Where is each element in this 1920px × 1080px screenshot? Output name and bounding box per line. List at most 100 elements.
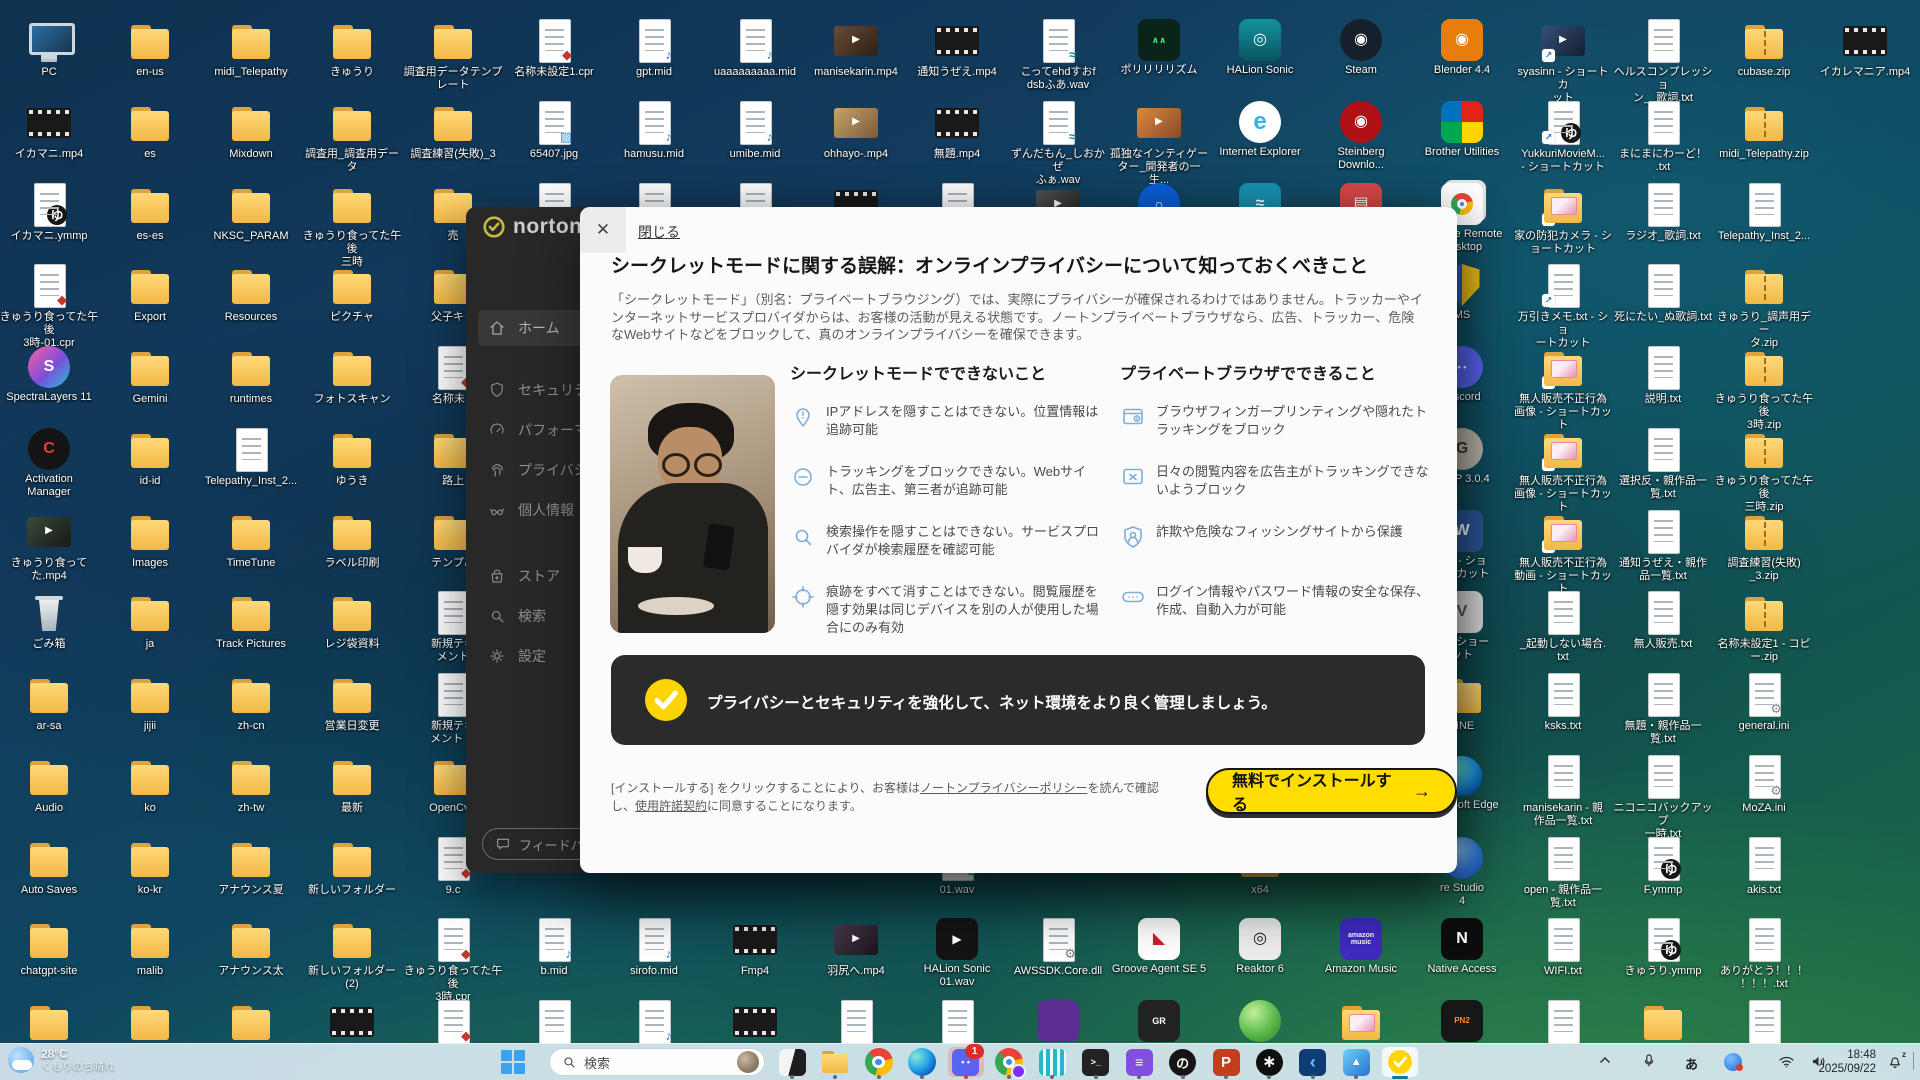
desktop-icon[interactable]: ↗万引きメモ.txt - ショートカット	[1513, 262, 1613, 350]
taskbar-item-discord[interactable]: • •1	[948, 1047, 984, 1077]
desktop-icon[interactable]: 選択反・親作品一覧.txt	[1613, 426, 1713, 501]
desktop-icon[interactable]	[201, 998, 301, 1047]
desktop-icon[interactable]: ↗無人販売不正行為画像 - ショートカット	[1513, 344, 1613, 432]
desktop-icon[interactable]: ⚙general.ini	[1714, 671, 1814, 733]
taskbar-item-file-explorer[interactable]	[817, 1047, 853, 1077]
desktop-icon[interactable]: Gemini	[100, 344, 200, 406]
desktop-icon[interactable]: レジ袋資料	[302, 589, 402, 651]
desktop-icon[interactable]: ◆名称未設定1.cpr	[504, 17, 604, 79]
desktop-icon[interactable]: 無人販売.txt	[1613, 589, 1713, 651]
desktop-icon[interactable]: きゅうり食ってた午後三時.zip	[1714, 426, 1814, 514]
desktop-icon[interactable]: ピクチャ	[302, 262, 402, 324]
desktop-icon[interactable]	[1513, 998, 1613, 1047]
desktop-icon[interactable]: _起動しない場合.txt	[1513, 589, 1613, 664]
desktop-icon[interactable]	[1311, 998, 1411, 1047]
desktop-icon[interactable]: es-es	[100, 181, 200, 243]
tray-app-icon[interactable]	[1724, 1053, 1742, 1071]
ime-indicator[interactable]: あ	[1685, 1054, 1698, 1073]
desktop-icon[interactable]: ごみ箱	[0, 589, 99, 651]
desktop-icon[interactable]: manisekarin - 親作品一覧.txt	[1513, 753, 1613, 828]
start-button[interactable]	[500, 1049, 526, 1075]
desktop-icon[interactable]	[0, 998, 99, 1047]
license-agreement-link[interactable]: 使用許諾契約	[635, 799, 707, 813]
desktop-icon[interactable]: ◎Reaktor 6	[1210, 916, 1310, 976]
desktop-icon[interactable]: ◣Groove Agent SE 5	[1109, 916, 1209, 976]
weather-widget[interactable]: 28°C くもりのち晴れ	[8, 1047, 115, 1073]
desktop-icon[interactable]: WIFI.txt	[1513, 916, 1613, 978]
desktop-icon[interactable]	[302, 998, 402, 1047]
desktop-icon[interactable]: malib	[100, 916, 200, 978]
microphone-icon[interactable]	[1640, 1052, 1658, 1070]
desktop-icon[interactable]: ≈ずんだもん_しおかぜふぁ.wav	[1008, 99, 1108, 187]
install-free-button[interactable]: 無料でインストールする →	[1206, 768, 1457, 814]
desktop-icon[interactable]: runtimes	[201, 344, 301, 406]
desktop-icon[interactable]: ありがとう！！！！！！.txt	[1714, 916, 1814, 991]
desktop-icon[interactable]: ◆	[403, 998, 503, 1047]
desktop-icon[interactable]: 通知うぜえ・親作品一覧.txt	[1613, 508, 1713, 583]
desktop-icon[interactable]: TimeTune	[201, 508, 301, 570]
desktop-icon[interactable]: ◉Blender 4.4	[1412, 17, 1512, 77]
desktop-icon[interactable]: 調査練習(失敗)_3	[403, 99, 503, 161]
desktop-icon[interactable]: ♪umibe.mid	[705, 99, 805, 161]
desktop-icon[interactable]: ⚙AWSSDK.Core.dll	[1008, 916, 1108, 978]
taskbar-item-back-arrow-app[interactable]: ‹	[1295, 1047, 1331, 1077]
desktop-icon[interactable]: PC	[0, 17, 99, 79]
desktop-icon[interactable]	[1613, 998, 1713, 1047]
wifi-icon[interactable]	[1777, 1052, 1796, 1071]
desktop-icon[interactable]: 説明.txt	[1613, 344, 1713, 406]
taskbar-item-edge[interactable]	[904, 1047, 940, 1077]
desktop-icon[interactable]: Telepathy_Inst_2...	[1714, 181, 1814, 243]
desktop-icon[interactable]: Export	[100, 262, 200, 324]
desktop-icon[interactable]: ラベル印刷	[302, 508, 402, 570]
desktop-icon[interactable]: ゆきゅうり.ymmp	[1613, 916, 1713, 978]
taskbar-item-terminal[interactable]: >_	[1078, 1047, 1114, 1077]
notification-bell-icon[interactable]: z	[1886, 1052, 1904, 1075]
desktop-icon[interactable]: ♪	[604, 998, 704, 1047]
desktop-icon[interactable]: ↗無人販売不正行為動画 - ショートカット	[1513, 508, 1613, 596]
taskbar-item-powerpoint[interactable]: P	[1208, 1047, 1244, 1077]
desktop-icon[interactable]: アナウンス太	[201, 916, 301, 978]
desktop-icon[interactable]: ♪gpt.mid	[604, 17, 704, 79]
desktop-icon[interactable]	[100, 998, 200, 1047]
desktop-icon[interactable]	[1210, 998, 1310, 1045]
taskbar-item-chrome-profile[interactable]	[991, 1047, 1027, 1077]
desktop-icon[interactable]: ko-kr	[100, 835, 200, 897]
desktop-icon[interactable]: 調査用_調査用データ	[302, 99, 402, 174]
desktop-icon[interactable]: ja	[100, 589, 200, 651]
desktop-icon[interactable]: ▶孤独なインティゲーター_開発者の一生...	[1109, 99, 1209, 187]
desktop-icon[interactable]: 調査用データテンプレート	[403, 17, 503, 92]
desktop-icon[interactable]: きゅうり食ってた午後3時.zip	[1714, 344, 1814, 432]
desktop-icon[interactable]: ↗無人販売不正行為画像 - ショートカット	[1513, 426, 1613, 514]
desktop-icon[interactable]: open - 親作品一覧.txt	[1513, 835, 1613, 910]
desktop-icon[interactable]: ▶きゅうり食ってた.mp4	[0, 508, 99, 583]
desktop-icon[interactable]	[1008, 998, 1108, 1045]
desktop-icon[interactable]: ko	[100, 753, 200, 815]
desktop-icon[interactable]: ▶↗syasinn - ショートカット	[1513, 17, 1613, 105]
close-link[interactable]: 閉じる	[638, 222, 680, 242]
desktop-icon[interactable]: midi_Telepathy	[201, 17, 301, 79]
desktop-icon[interactable]: ゆうき	[302, 426, 402, 488]
desktop-icon[interactable]: Brother Utilities	[1412, 99, 1512, 159]
clock[interactable]: 18:48 2025/09/22	[1818, 1048, 1876, 1076]
desktop-icon[interactable]: Auto Saves	[0, 835, 99, 897]
desktop-icon[interactable]: ゆ↗YukkuriMovieM...- ショートカット	[1513, 99, 1613, 174]
desktop-icon[interactable]: ksks.txt	[1513, 671, 1613, 733]
desktop-icon[interactable]: ニコニコバックアップ一時.txt	[1613, 753, 1713, 841]
desktop-icon[interactable]: jijii	[100, 671, 200, 733]
desktop-icon[interactable]: Images	[100, 508, 200, 570]
privacy-policy-link[interactable]: ノートンプライバシーポリシー	[920, 781, 1087, 795]
desktop-icon[interactable]: midi_Telepathy.zip	[1714, 99, 1814, 161]
desktop-icon[interactable]: zh-cn	[201, 671, 301, 733]
desktop-icon[interactable]: ◆きゅうり食ってた午後3時-01.cpr	[0, 262, 99, 350]
desktop-icon[interactable]: ◎HALion Sonic	[1210, 17, 1310, 77]
desktop-icon[interactable]	[806, 998, 906, 1047]
desktop-icon[interactable]: ▨65407.jpg	[504, 99, 604, 161]
desktop-icon[interactable]: Mixdown	[201, 99, 301, 161]
desktop-icon[interactable]: Audio	[0, 753, 99, 815]
desktop-icon[interactable]	[907, 998, 1007, 1047]
desktop-icon[interactable]: ▶manisekarin.mp4	[806, 17, 906, 79]
desktop-icon[interactable]: SSpectraLayers 11	[0, 344, 99, 404]
desktop-icon[interactable]: ▶ohhayo-.mp4	[806, 99, 906, 161]
desktop-icon[interactable]: フォトスキャン	[302, 344, 402, 406]
taskbar-item-niconico-app[interactable]: の	[1165, 1047, 1201, 1077]
